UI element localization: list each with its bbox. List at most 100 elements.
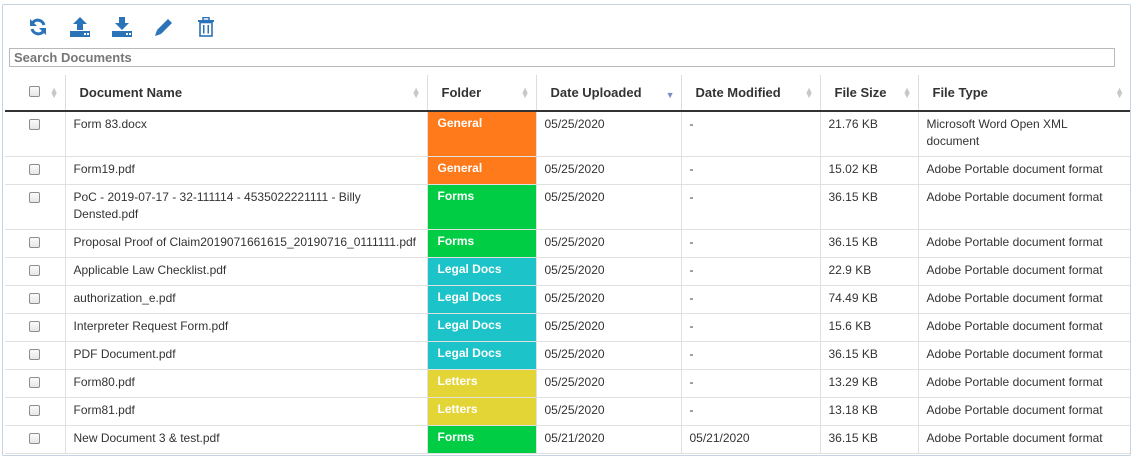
table-row[interactable]: Form19.pdf General 05/25/2020-15.02 KB Adob…: [5, 156, 1130, 185]
file-size-cell: 74.49 KB: [820, 285, 919, 314]
documents-table: ▲ ▼ Document Name ▲ ▼ Folder ▲ ▼ Date Uploade…: [5, 75, 1130, 454]
file-type-cell: Adobe Portable document format: [918, 397, 1130, 426]
row-checkbox[interactable]: [29, 433, 41, 444]
date-uploaded-cell: 05/25/2020: [536, 369, 682, 398]
row-checkbox[interactable]: [29, 405, 41, 416]
document-name-cell: Form19.pdf: [65, 156, 428, 185]
row-checkbox-cell[interactable]: [5, 184, 66, 230]
date-uploaded-cell: 05/25/2020: [536, 285, 682, 314]
folder-cell: Legal Docs: [427, 341, 537, 370]
date-uploaded-cell: 05/25/2020: [536, 229, 682, 258]
select-all-checkbox[interactable]: [29, 86, 41, 97]
column-header-date-modified[interactable]: Date Modified ▲ ▼: [681, 75, 821, 112]
folder-cell: Forms: [427, 425, 537, 454]
file-size-cell: 36.15 KB: [820, 425, 919, 454]
refresh-button[interactable]: [27, 16, 49, 38]
date-modified-cell: -: [681, 156, 821, 185]
row-checkbox[interactable]: [29, 377, 41, 388]
document-name-cell: Form80.pdf: [65, 369, 428, 398]
row-checkbox-cell[interactable]: [5, 369, 66, 398]
row-checkbox-cell[interactable]: [5, 257, 66, 286]
date-modified-cell: -: [681, 369, 821, 398]
column-header-document-name[interactable]: Document Name ▲ ▼: [65, 75, 428, 112]
date-uploaded-cell: 05/25/2020: [536, 184, 682, 230]
file-size-cell: 13.29 KB: [820, 369, 919, 398]
folder-cell: General: [427, 156, 537, 185]
date-uploaded-cell: 05/25/2020: [536, 341, 682, 370]
trash-icon: [198, 17, 214, 37]
row-checkbox-cell[interactable]: [5, 156, 66, 185]
folder-cell: Letters: [427, 369, 537, 398]
column-header-file-size[interactable]: File Size ▲ ▼: [820, 75, 919, 112]
download-button[interactable]: [111, 16, 133, 38]
sort-icon: ▲ ▼: [1115, 85, 1124, 100]
sort-desc-icon: ▲▼: [665, 90, 675, 100]
row-checkbox-cell[interactable]: [5, 341, 66, 370]
file-size-cell: 36.15 KB: [820, 184, 919, 230]
file-size-cell: 15.6 KB: [820, 313, 919, 342]
row-checkbox-cell[interactable]: [5, 313, 66, 342]
date-modified-cell: -: [681, 397, 821, 426]
upload-button[interactable]: [69, 16, 91, 38]
row-checkbox[interactable]: [29, 293, 41, 304]
file-type-cell: Microsoft Word Open XML document: [918, 111, 1130, 157]
row-checkbox[interactable]: [29, 119, 41, 130]
sort-icon: ▲ ▼: [804, 85, 814, 100]
table-row[interactable]: authorization_e.pdf Legal Docs 05/25/2020-…: [5, 285, 1130, 314]
table-header-row: ▲ ▼ Document Name ▲ ▼ Folder ▲ ▼ Date Uploade…: [5, 75, 1130, 112]
row-checkbox-cell[interactable]: [5, 425, 66, 454]
column-header-folder[interactable]: Folder ▲ ▼: [427, 75, 537, 112]
date-uploaded-cell: 05/25/2020: [536, 156, 682, 185]
file-type-cell: Adobe Portable document format: [918, 313, 1130, 342]
table-row[interactable]: Interpreter Request Form.pdf Legal Docs 05…: [5, 313, 1130, 342]
column-header-date-uploaded[interactable]: Date Uploaded▲▼: [536, 75, 682, 112]
file-type-cell: Adobe Portable document format: [918, 285, 1130, 314]
folder-cell: Legal Docs: [427, 257, 537, 286]
search-input[interactable]: [9, 48, 1115, 67]
row-checkbox[interactable]: [29, 265, 41, 276]
table-row[interactable]: PDF Document.pdf Legal Docs 05/25/2020-36.…: [5, 341, 1130, 370]
row-checkbox[interactable]: [29, 349, 41, 360]
column-header-file-type[interactable]: File Type ▲ ▼: [918, 75, 1130, 112]
table-row[interactable]: New Document 3 & test.pdf Forms 05/21/2020…: [5, 425, 1130, 454]
table-row[interactable]: Applicable Law Checklist.pdf Legal Docs 05…: [5, 257, 1130, 286]
edit-button[interactable]: [153, 16, 175, 38]
sort-icon: ▲ ▼: [520, 85, 530, 100]
file-type-cell: Adobe Portable document format: [918, 341, 1130, 370]
table-row[interactable]: Form80.pdf Letters 05/25/2020-13.29 KB Adob…: [5, 369, 1130, 398]
table-row[interactable]: PoC - 2019-07-17 - 32-111114 - 453502222…: [5, 184, 1130, 230]
file-type-cell: Adobe Portable document format: [918, 156, 1130, 185]
row-checkbox-cell[interactable]: [5, 397, 66, 426]
row-checkbox-cell[interactable]: [5, 229, 66, 258]
document-name-cell: Form 83.docx: [65, 111, 428, 157]
file-size-cell: 15.02 KB: [820, 156, 919, 185]
sort-icon: ▲ ▼: [902, 85, 912, 100]
toolbar: [27, 14, 217, 40]
row-checkbox[interactable]: [29, 321, 41, 332]
refresh-icon: [30, 18, 46, 36]
folder-cell: Letters: [427, 397, 537, 426]
file-size-cell: 22.9 KB: [820, 257, 919, 286]
date-modified-cell: -: [681, 313, 821, 342]
select-all-header[interactable]: ▲ ▼: [5, 75, 66, 112]
table-row[interactable]: Proposal Proof of Claim2019071661615_201…: [5, 229, 1130, 258]
folder-cell: General: [427, 111, 537, 157]
table-row[interactable]: Form81.pdf Letters 05/25/2020-13.18 KB Adob…: [5, 397, 1130, 426]
table-row[interactable]: Form 83.docx General 05/25/2020-21.76 KB Mi…: [5, 111, 1130, 157]
file-size-cell: 13.18 KB: [820, 397, 919, 426]
sort-icon: ▲ ▼: [49, 85, 59, 100]
row-checkbox-cell[interactable]: [5, 111, 66, 157]
download-icon: [112, 17, 132, 37]
row-checkbox[interactable]: [29, 237, 41, 248]
file-size-cell: 36.15 KB: [820, 341, 919, 370]
table-body: Form 83.docx General 05/25/2020-21.76 KB Mi…: [5, 111, 1130, 454]
upload-icon: [70, 17, 90, 37]
row-checkbox[interactable]: [29, 164, 41, 175]
file-type-cell: Adobe Portable document format: [918, 257, 1130, 286]
row-checkbox[interactable]: [29, 192, 41, 203]
delete-button[interactable]: [195, 16, 217, 38]
row-checkbox-cell[interactable]: [5, 285, 66, 314]
file-type-cell: Adobe Portable document format: [918, 425, 1130, 454]
date-modified-cell: -: [681, 341, 821, 370]
file-size-cell: 36.15 KB: [820, 229, 919, 258]
